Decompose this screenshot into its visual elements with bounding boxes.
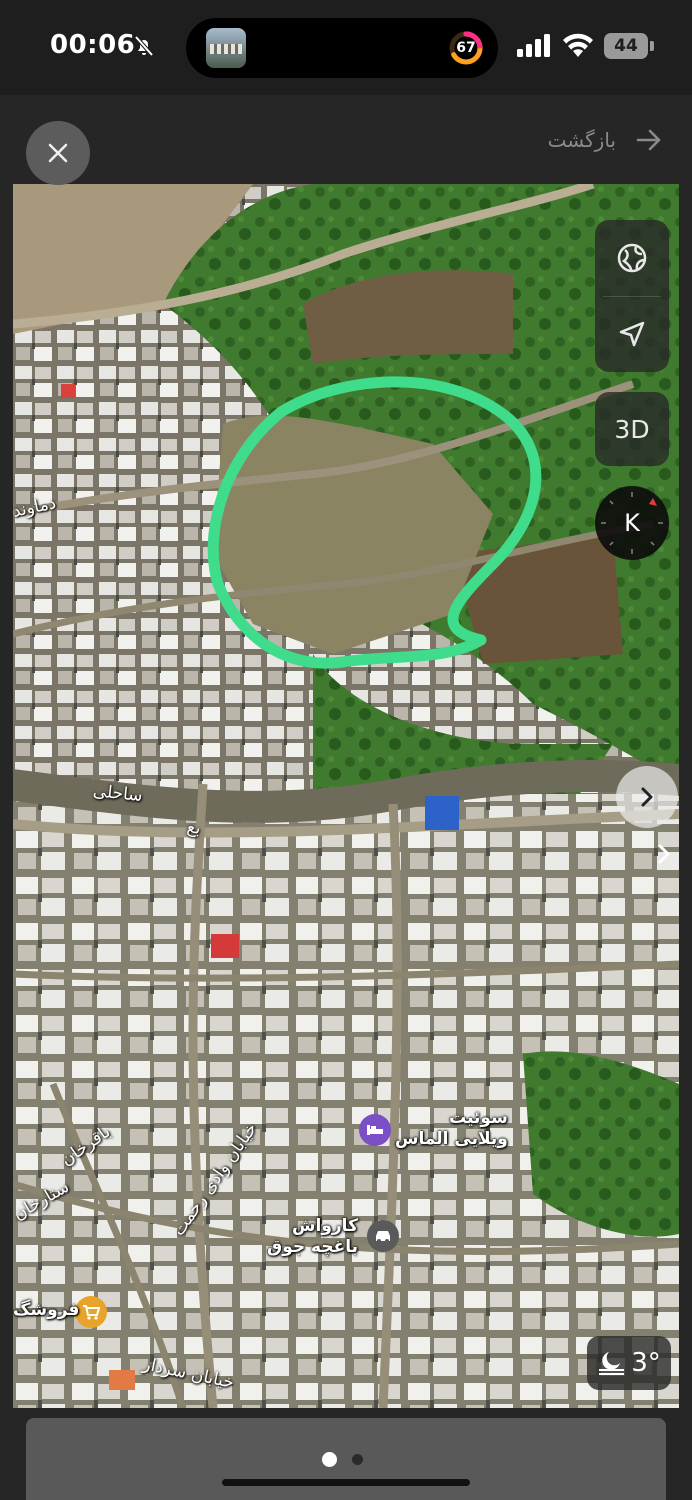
- wifi-icon: [563, 33, 593, 57]
- weather-badge: 3°: [587, 1336, 671, 1390]
- battery-icon: 44: [604, 33, 656, 59]
- back-label: بازگشت: [547, 128, 616, 152]
- current-location-button[interactable]: [595, 296, 669, 372]
- moon-haze-icon: [599, 1352, 625, 1375]
- satellite-map[interactable]: دماوند ساحلی بع باقرخان ستارخان خیابان و…: [13, 184, 679, 1408]
- home-indicator[interactable]: [222, 1479, 470, 1486]
- street-label-ba: بع: [185, 817, 203, 839]
- view-3d-button[interactable]: 3D: [595, 392, 669, 466]
- compass-button[interactable]: K: [595, 486, 669, 560]
- map-controls: [595, 220, 669, 372]
- close-icon: [48, 143, 68, 163]
- now-playing-thumbnail: [206, 28, 246, 68]
- status-bar: 00:06 67 44: [0, 0, 692, 95]
- page-dot[interactable]: [352, 1454, 363, 1465]
- chevron-right-icon: [641, 787, 653, 807]
- map-layers-button[interactable]: [595, 220, 669, 296]
- page-dot[interactable]: [322, 1452, 337, 1467]
- panel-expand-button[interactable]: [649, 836, 679, 872]
- battery-level: 44: [614, 36, 638, 56]
- car-wash-icon[interactable]: [367, 1220, 399, 1252]
- activity-ring-value: 67: [456, 40, 476, 56]
- forward-arrow-icon: [636, 129, 661, 151]
- poi-store[interactable]: فروشگ: [13, 1300, 79, 1320]
- temperature: 3°: [631, 1348, 661, 1378]
- bell-off-icon: [134, 35, 154, 57]
- shopping-cart-icon[interactable]: [75, 1296, 107, 1328]
- signal-icon: [517, 34, 550, 57]
- poi-villa-almas[interactable]: سوئیت ویلایی الماس: [395, 1108, 508, 1150]
- next-image-button[interactable]: [616, 766, 678, 828]
- clock: 00:06: [50, 30, 136, 60]
- back-button[interactable]: بازگشت: [548, 120, 662, 160]
- chevron-right-icon: [658, 844, 670, 864]
- lodging-icon[interactable]: [359, 1114, 391, 1146]
- location-arrow-icon: [619, 321, 645, 347]
- poi-carwash-baghche-jouq[interactable]: کارواش باغچه جوق: [267, 1216, 358, 1258]
- globe-icon: [617, 243, 647, 273]
- bottom-sheet[interactable]: [26, 1418, 666, 1500]
- close-button[interactable]: [26, 121, 90, 185]
- dynamic-island[interactable]: 67: [186, 18, 498, 78]
